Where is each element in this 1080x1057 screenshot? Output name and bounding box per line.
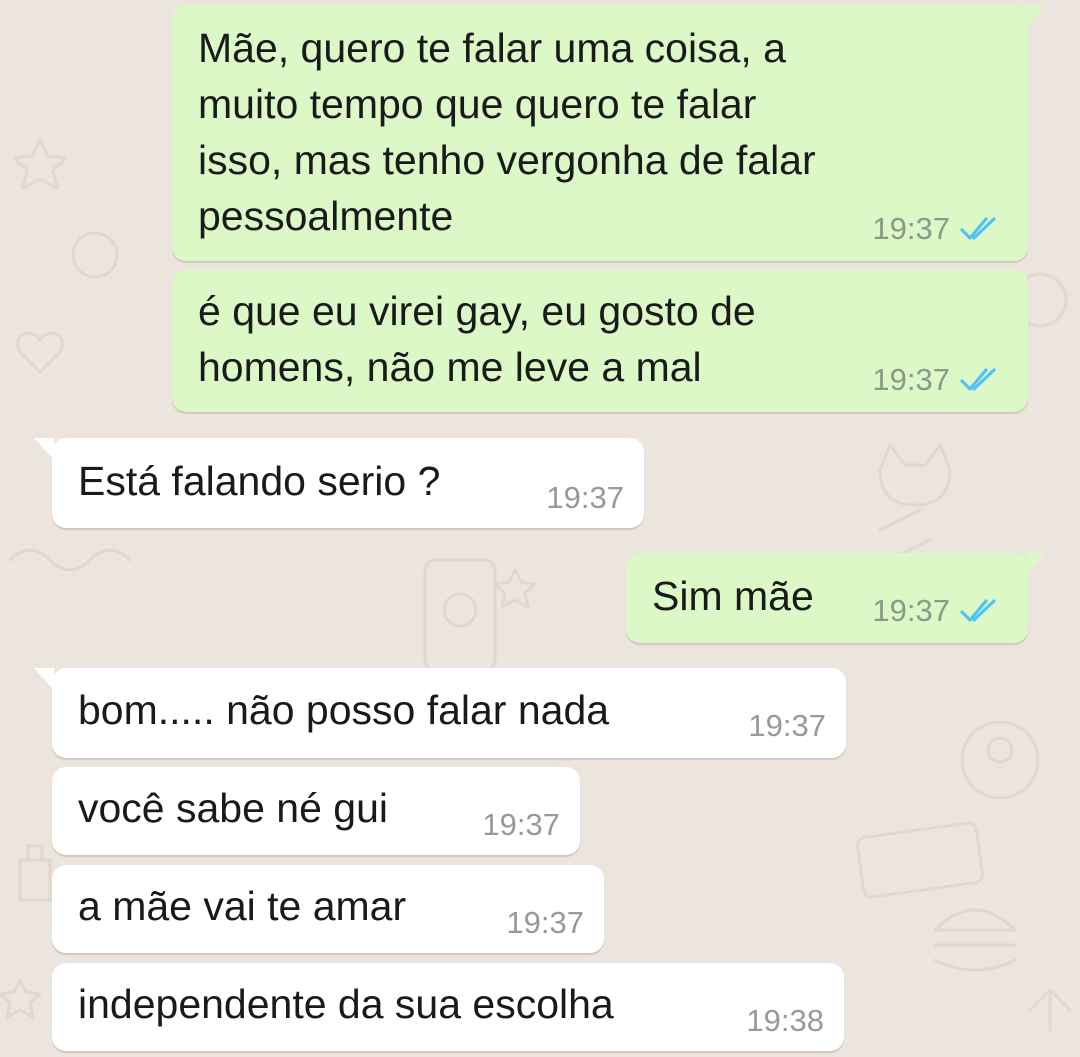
incoming-message-bubble[interactable]: você sabe né gui 19:37	[52, 767, 580, 855]
message-line: muito tempo que quero te falar	[198, 81, 757, 127]
message-meta: 19:37	[748, 708, 826, 744]
heart-doodle	[16, 331, 64, 374]
message-line: Está falando serio ?	[78, 458, 441, 504]
card-doodle	[855, 821, 985, 899]
cat-doodle	[878, 443, 952, 507]
bubble-tail	[1026, 553, 1046, 575]
phone-doodle	[423, 558, 497, 672]
arrow-doodle	[1028, 988, 1072, 1032]
circle-doodle	[71, 231, 119, 279]
message-line: independente da sua escolha	[78, 981, 614, 1027]
message-time: 19:37	[872, 362, 950, 397]
bubble-tail	[34, 438, 54, 460]
outgoing-message-bubble[interactable]: é que eu virei gay, eu gosto de homens, …	[172, 270, 1028, 412]
message-time: 19:37	[506, 905, 584, 940]
burger-doodle	[933, 908, 1017, 972]
wave-doodle	[8, 548, 132, 572]
incoming-message-bubble[interactable]: a mãe vai te amar 19:37	[52, 865, 604, 953]
star-doodle-3	[0, 978, 42, 1019]
message-meta: 19:37	[872, 211, 1000, 247]
outgoing-message-bubble[interactable]: Mãe, quero te falar uma coisa, a muito t…	[172, 5, 1046, 261]
message-time: 19:37	[546, 480, 624, 515]
bubble-tail	[34, 668, 54, 690]
star-doodle-2	[493, 568, 537, 609]
double-check-icon	[960, 598, 1000, 624]
message-meta: 19:37	[872, 593, 1000, 629]
bubble-tail	[1026, 5, 1046, 27]
message-line: é que eu virei gay, eu gosto de	[198, 288, 756, 334]
incoming-message-bubble[interactable]: bom..... não posso falar nada 19:37	[34, 668, 846, 758]
phone-doodle-dot	[442, 592, 478, 628]
double-check-icon	[960, 367, 1000, 393]
message-line: pessoalmente	[198, 193, 454, 239]
message-line: bom..... não posso falar nada	[78, 687, 610, 733]
message-line: a mãe vai te amar	[78, 883, 407, 929]
incoming-message-bubble[interactable]: independente da sua escolha 19:38	[52, 963, 844, 1051]
message-line: você sabe né gui	[78, 785, 389, 831]
message-line: homens, não me leve a mal	[198, 344, 702, 390]
avatar-doodle-head	[986, 736, 1014, 764]
star-doodle	[12, 138, 68, 190]
message-meta: 19:37	[482, 807, 560, 843]
outgoing-message-bubble[interactable]: Sim mãe 19:37	[626, 553, 1046, 643]
message-line: Sim mãe	[652, 573, 814, 619]
message-time: 19:37	[872, 593, 950, 628]
message-line: isso, mas tenho vergonha de falar	[198, 137, 816, 183]
message-time: 19:37	[482, 807, 560, 842]
message-time: 19:38	[746, 1003, 824, 1038]
double-check-icon	[960, 216, 1000, 242]
bottle-doodle	[18, 844, 52, 902]
incoming-message-bubble[interactable]: Está falando serio ? 19:37	[34, 438, 644, 528]
message-line: Mãe, quero te falar uma coisa, a	[198, 25, 786, 71]
message-meta: 19:37	[546, 480, 624, 516]
message-time: 19:37	[748, 708, 826, 743]
avatar-doodle	[960, 720, 1040, 800]
message-meta: 19:37	[506, 905, 584, 941]
message-meta: 19:38	[746, 1003, 824, 1039]
message-meta: 19:37	[872, 362, 1000, 398]
message-time: 19:37	[872, 211, 950, 246]
